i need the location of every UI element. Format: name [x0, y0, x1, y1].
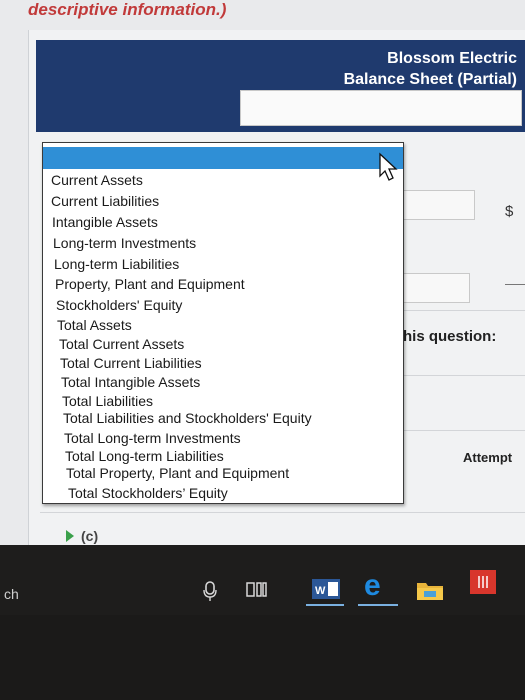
file-explorer-icon[interactable]: [416, 578, 444, 602]
amount-field-1[interactable]: [395, 190, 475, 220]
dropdown-option[interactable]: Current Assets: [51, 172, 143, 188]
mouse-pointer-icon: [379, 152, 398, 181]
expand-triangle-icon: [66, 530, 74, 542]
dropdown-option[interactable]: Intangible Assets: [52, 214, 158, 230]
active-app-indicator: [306, 604, 344, 606]
dropdown-option[interactable]: Total Liabilities: [62, 393, 153, 409]
question-label: this question:: [398, 328, 497, 345]
dropdown-option-blank[interactable]: [43, 147, 403, 169]
svg-text:e: e: [364, 570, 381, 600]
dropdown-option[interactable]: Total Liabilities and Stockholders' Equi…: [63, 410, 312, 426]
account-select-dropdown[interactable]: Current Assets Current Liabilities Intan…: [42, 142, 404, 504]
part-c-label: (c): [81, 528, 99, 544]
total-underline: [505, 284, 525, 285]
app-icon[interactable]: [470, 570, 496, 594]
divider: [400, 310, 525, 311]
dropdown-option[interactable]: Total Long-term Liabilities: [65, 448, 224, 464]
svg-text:W: W: [315, 585, 326, 597]
taskbar-search-box[interactable]: ch: [4, 586, 19, 602]
active-app-indicator: [358, 604, 398, 606]
edge-icon[interactable]: e: [362, 570, 392, 600]
dropdown-option[interactable]: Total Intangible Assets: [61, 374, 200, 390]
statement-title: Balance Sheet (Partial): [343, 71, 517, 88]
dropdown-option[interactable]: Total Stockholders’ Equity: [68, 485, 228, 501]
dropdown-option[interactable]: Long-term Investments: [53, 235, 196, 251]
dropdown-option[interactable]: Total Current Assets: [59, 336, 184, 352]
dropdown-option[interactable]: Total Long-term Investments: [64, 430, 241, 446]
dropdown-option[interactable]: Total Property, Plant and Equipment: [66, 465, 289, 481]
browser-viewport: descriptive information.) Blossom Electr…: [0, 0, 525, 545]
part-c-toggle[interactable]: (c): [66, 528, 98, 544]
dropdown-option[interactable]: Property, Plant and Equipment: [55, 276, 245, 292]
amount-field-2[interactable]: [395, 273, 470, 303]
currency-symbol: $: [505, 203, 514, 220]
cortana-mic-icon[interactable]: [201, 580, 219, 602]
divider: [400, 375, 525, 376]
dropdown-option[interactable]: Total Current Liabilities: [60, 355, 202, 371]
dropdown-option[interactable]: Current Liabilities: [51, 193, 159, 209]
attempts-label: Attempt: [463, 450, 513, 465]
header-date-input[interactable]: [240, 90, 522, 126]
task-view-icon[interactable]: [246, 580, 268, 600]
company-name: Blossom Electric: [387, 50, 517, 67]
section-heading: descriptive information.): [28, 0, 227, 19]
divider: [40, 512, 525, 513]
word-icon[interactable]: W: [312, 577, 340, 601]
dropdown-option[interactable]: Long-term Liabilities: [54, 256, 179, 272]
divider: [400, 430, 525, 431]
dropdown-option[interactable]: Total Assets: [57, 317, 132, 333]
dropdown-option[interactable]: Stockholders' Equity: [56, 297, 182, 313]
